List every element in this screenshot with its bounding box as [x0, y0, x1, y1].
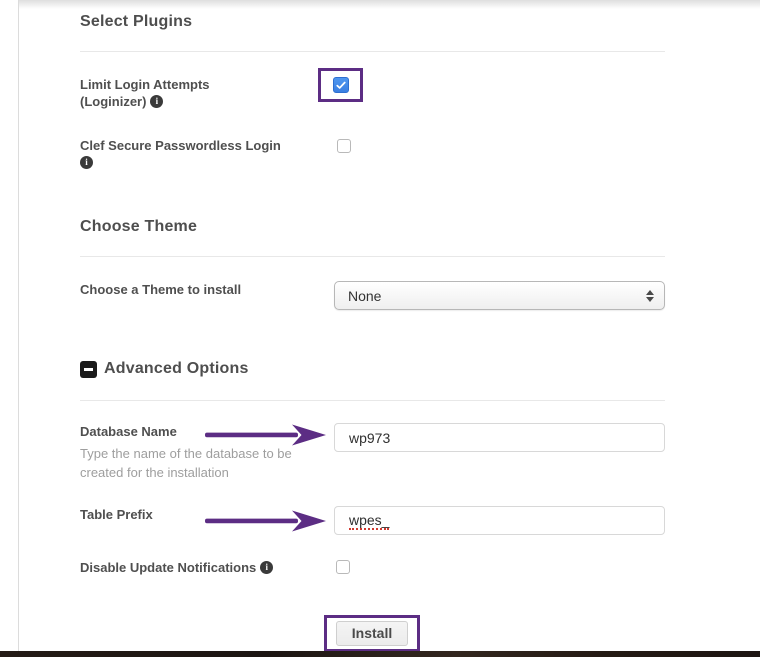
database-name-label: Database Name [80, 423, 177, 440]
clef-checkbox[interactable] [337, 139, 351, 153]
info-icon[interactable] [150, 95, 163, 108]
install-highlight-box: Install [324, 615, 420, 652]
loginizer-label: Limit Login Attempts (Loginizer) [80, 76, 330, 110]
disable-update-notifications-checkbox[interactable] [336, 560, 350, 574]
collapse-minus-icon[interactable] [80, 361, 97, 378]
theme-select[interactable]: None [334, 281, 665, 310]
table-prefix-input[interactable]: wpes_ [334, 506, 665, 535]
info-icon[interactable] [80, 156, 93, 169]
divider [80, 400, 665, 401]
install-button[interactable]: Install [336, 621, 408, 646]
database-name-input[interactable] [334, 423, 665, 452]
top-shadow [19, 0, 760, 9]
clef-label-line1: Clef Secure Passwordless Login [80, 137, 330, 154]
loginizer-checkbox[interactable] [333, 77, 349, 93]
divider [80, 256, 665, 257]
divider [80, 51, 665, 52]
table-prefix-value: wpes_ [349, 512, 389, 530]
advanced-options-title: Advanced Options [104, 360, 249, 378]
installer-form-page: Select Plugins Limit Login Attempts (Log… [0, 0, 760, 657]
loginizer-label-line1: Limit Login Attempts [80, 76, 330, 93]
loginizer-label-line2: (Loginizer) [80, 94, 146, 109]
panel-left-border [18, 0, 19, 651]
annotation-arrow-icon [204, 424, 328, 446]
bottom-window-edge [0, 651, 760, 657]
select-plugins-title: Select Plugins [80, 13, 192, 31]
disable-update-notifications-label: Disable Update Notifications [80, 559, 340, 576]
checkmark-icon [336, 81, 346, 90]
theme-select-value: None [348, 288, 646, 304]
annotation-arrow-icon [204, 510, 328, 532]
clef-label: Clef Secure Passwordless Login [80, 137, 330, 171]
database-name-help: Type the name of the database to be crea… [80, 444, 302, 482]
choose-theme-title: Choose Theme [80, 218, 197, 236]
table-prefix-label: Table Prefix [80, 506, 153, 523]
select-spinner-icon [646, 290, 654, 302]
choose-theme-field-label: Choose a Theme to install [80, 281, 241, 298]
info-icon[interactable] [260, 561, 273, 574]
